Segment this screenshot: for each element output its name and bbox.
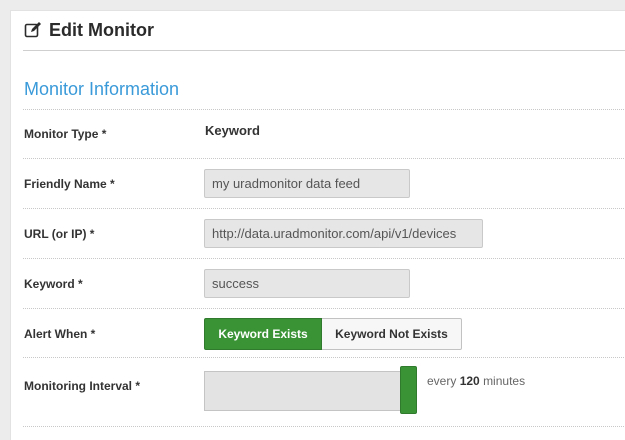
monitor-type-value: Keyword xyxy=(205,123,260,138)
monitor-type-label: Monitor Type * xyxy=(24,127,107,141)
friendly-name-field[interactable]: my uradmonitor data feed xyxy=(204,169,410,198)
edit-monitor-panel: Edit Monitor Monitor Information Monitor… xyxy=(10,10,625,440)
edit-icon xyxy=(24,22,41,38)
divider xyxy=(23,308,625,309)
divider xyxy=(23,426,625,427)
url-label: URL (or IP) * xyxy=(24,227,95,241)
keyword-label: Keyword * xyxy=(24,277,83,291)
monitoring-interval-label: Monitoring Interval * xyxy=(24,379,141,393)
page-title: Edit Monitor xyxy=(49,20,154,40)
divider xyxy=(23,109,625,110)
section-title: Monitor Information xyxy=(24,79,180,99)
interval-slider-handle[interactable] xyxy=(400,366,417,414)
interval-readout: every 120 minutes xyxy=(427,374,525,388)
panel-header: Edit Monitor xyxy=(23,11,625,51)
interval-unit: minutes xyxy=(483,374,526,388)
alert-when-label: Alert When * xyxy=(24,327,96,341)
divider xyxy=(23,158,625,159)
divider xyxy=(23,258,625,259)
keyword-field[interactable]: success xyxy=(204,269,410,298)
friendly-name-label: Friendly Name * xyxy=(24,177,115,191)
url-field[interactable]: http://data.uradmonitor.com/api/v1/devic… xyxy=(204,219,483,248)
interval-slider-track[interactable] xyxy=(204,371,404,411)
divider xyxy=(23,357,625,358)
interval-prefix: every xyxy=(427,374,457,388)
divider xyxy=(23,208,625,209)
keyword-not-exists-button[interactable]: Keyword Not Exists xyxy=(322,318,462,350)
interval-value: 120 xyxy=(459,374,480,388)
keyword-exists-button[interactable]: Keyword Exists xyxy=(204,318,322,350)
